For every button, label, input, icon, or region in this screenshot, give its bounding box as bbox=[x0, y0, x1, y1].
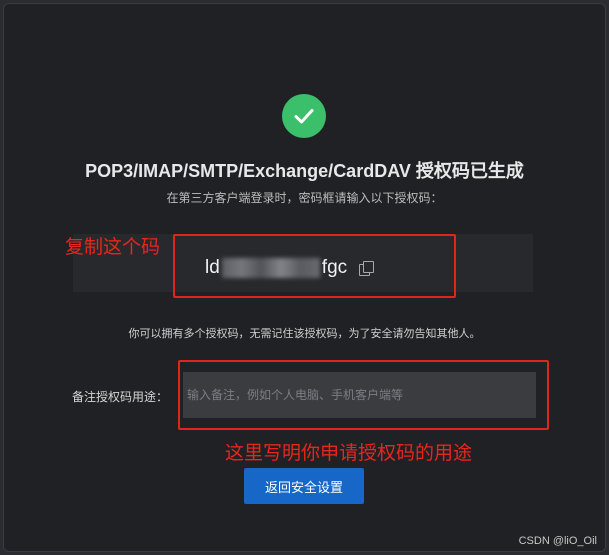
note-field-label: 备注授权码用途： bbox=[72, 390, 169, 404]
success-check-icon bbox=[282, 94, 326, 138]
copy-code-annotation-text: 复制这个码 bbox=[65, 236, 161, 258]
csdn-watermark: CSDN @liO_Oil bbox=[518, 535, 597, 547]
note-annotation-text: 这里写明你申请授权码的用途 bbox=[225, 442, 473, 464]
note-annotation-box bbox=[178, 360, 549, 430]
security-notice: 你可以拥有多个授权码，无需记住该授权码，为了安全请勿告知其他人。 bbox=[128, 327, 481, 340]
page-title: POP3/IMAP/SMTP/Exchange/CardDAV 授权码已生成 bbox=[85, 161, 524, 181]
page-subtitle: 在第三方客户端登录时，密码框请输入以下授权码： bbox=[166, 191, 443, 205]
back-to-security-settings-button[interactable]: 返回安全设置 bbox=[244, 468, 364, 504]
copy-code-annotation-box bbox=[173, 234, 456, 298]
